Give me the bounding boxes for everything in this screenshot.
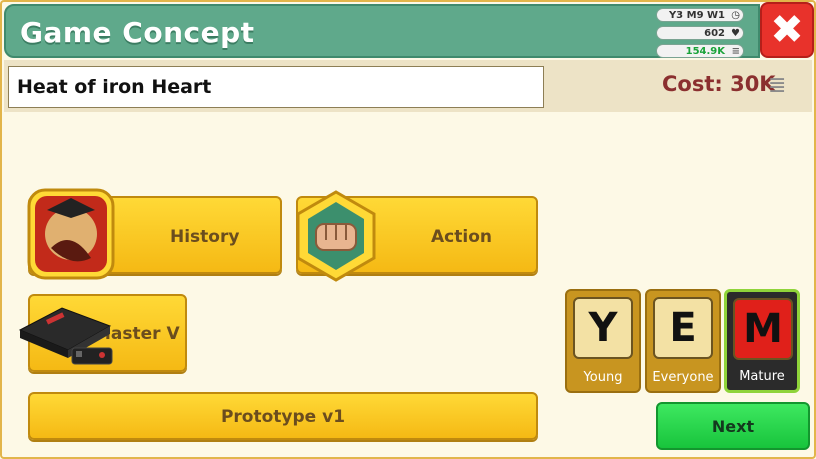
console-icon: [16, 300, 116, 370]
rating-young-label: Young: [583, 370, 623, 385]
heart-icon: ♥: [731, 28, 740, 39]
coin-stack-icon: ≣: [768, 73, 787, 98]
close-button[interactable]: ✖: [760, 2, 814, 58]
rating-mature-label: Mature: [739, 369, 785, 384]
date-display: Y3 M9 W1 ◷: [656, 8, 744, 22]
rating-mature-letter: M: [733, 298, 793, 360]
fans-display: 602 ♥: [656, 26, 744, 40]
rating-mature-button[interactable]: M Mature: [724, 289, 800, 393]
topic-label: History: [170, 227, 240, 247]
rating-everyone-letter: E: [653, 297, 713, 359]
rating-young-button[interactable]: Y Young: [565, 289, 641, 393]
rating-young-letter: Y: [573, 297, 633, 359]
cost-label: Cost: 30K: [662, 72, 776, 96]
genre-label: Action: [431, 227, 492, 247]
next-button[interactable]: Next: [656, 402, 810, 450]
title-bar: Game Concept: [4, 4, 760, 58]
date-text: Y3 M9 W1: [668, 10, 725, 21]
close-icon: ✖: [770, 7, 804, 53]
money-text: 154.9K: [685, 46, 725, 57]
rating-everyone-label: Everyone: [652, 370, 714, 385]
money-display: 154.9K ≡: [656, 44, 744, 58]
page-title: Game Concept: [20, 16, 255, 49]
coins-icon: ≡: [731, 46, 740, 57]
fans-text: 602: [704, 28, 725, 39]
engine-label: Prototype v1: [220, 407, 346, 427]
clock-icon: ◷: [731, 10, 740, 21]
engine-button[interactable]: Prototype v1: [28, 392, 538, 440]
game-name-input[interactable]: Heat of iron Heart: [8, 66, 544, 108]
history-icon: [27, 188, 115, 280]
fist-icon: [296, 190, 376, 282]
next-label: Next: [711, 417, 755, 436]
rating-everyone-button[interactable]: E Everyone: [645, 289, 721, 393]
